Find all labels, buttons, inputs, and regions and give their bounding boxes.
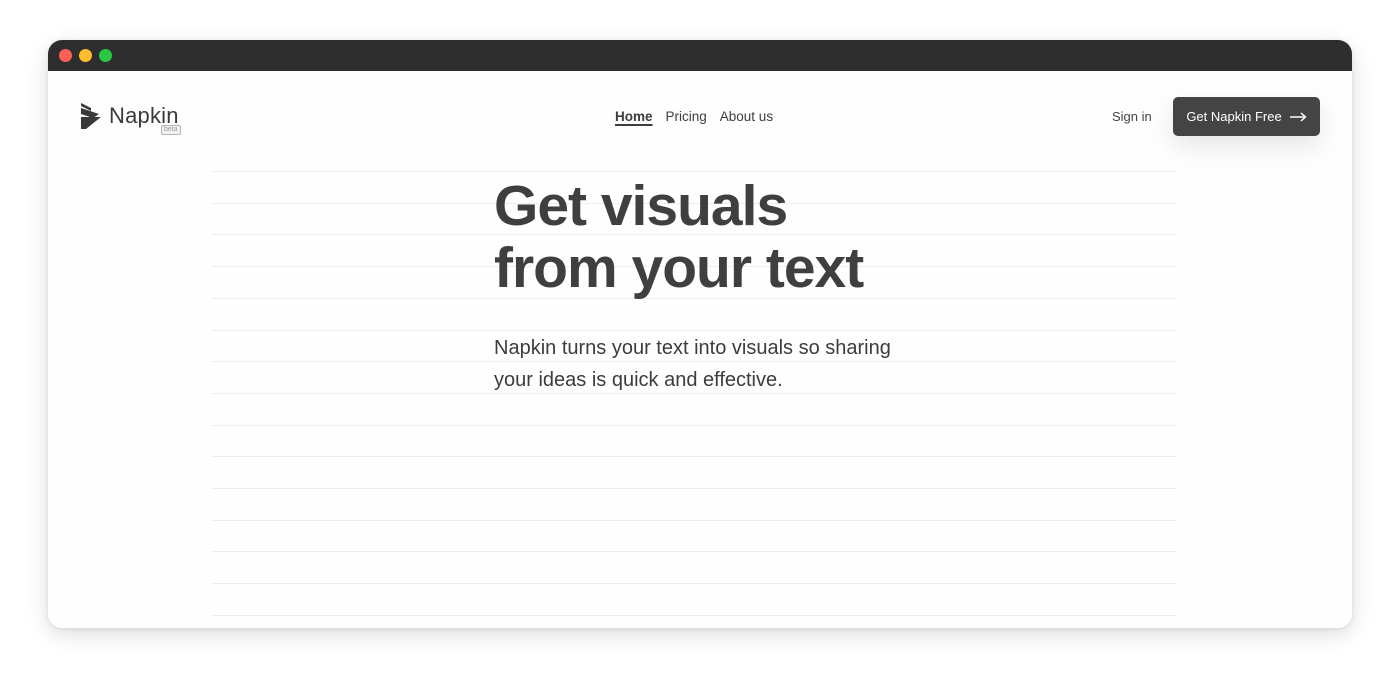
nav-pricing[interactable]: Pricing [666, 109, 707, 124]
zoom-window-button[interactable] [99, 49, 112, 62]
ruled-line [212, 424, 1176, 426]
napkin-logo-icon [81, 103, 101, 129]
hero-title-line-2: from your text [494, 236, 864, 300]
ruled-line [212, 329, 1176, 331]
browser-window: Napkin beta Home Pricing About us Sign i… [48, 40, 1352, 628]
nav-home[interactable]: Home [615, 109, 653, 124]
ruled-line [212, 583, 1176, 585]
window-titlebar [48, 40, 1352, 71]
page-content: Napkin beta Home Pricing About us Sign i… [48, 71, 1352, 628]
hero-subtitle: Napkin turns your text into visuals so s… [494, 337, 891, 391]
sign-in-link[interactable]: Sign in [1112, 109, 1152, 124]
arrow-right-icon [1289, 111, 1307, 122]
beta-badge: beta [161, 125, 181, 135]
minimize-window-button[interactable] [79, 49, 92, 62]
close-window-button[interactable] [59, 49, 72, 62]
ruled-line [212, 488, 1176, 489]
nav-about-us[interactable]: About us [720, 109, 773, 124]
ruled-line [212, 519, 1176, 521]
ruled-line [212, 171, 1176, 172]
ruled-line [212, 456, 1176, 458]
get-napkin-free-button[interactable]: Get Napkin Free [1173, 97, 1320, 136]
ruled-line [212, 614, 1176, 616]
cta-label: Get Napkin Free [1186, 109, 1282, 124]
main-nav: Home Pricing About us [615, 109, 773, 124]
logo[interactable]: Napkin beta [80, 101, 190, 135]
hero-title-line-1: Get visuals [494, 174, 788, 238]
ruled-line [212, 551, 1176, 553]
hero-title: Get visuals from your text [494, 174, 864, 300]
